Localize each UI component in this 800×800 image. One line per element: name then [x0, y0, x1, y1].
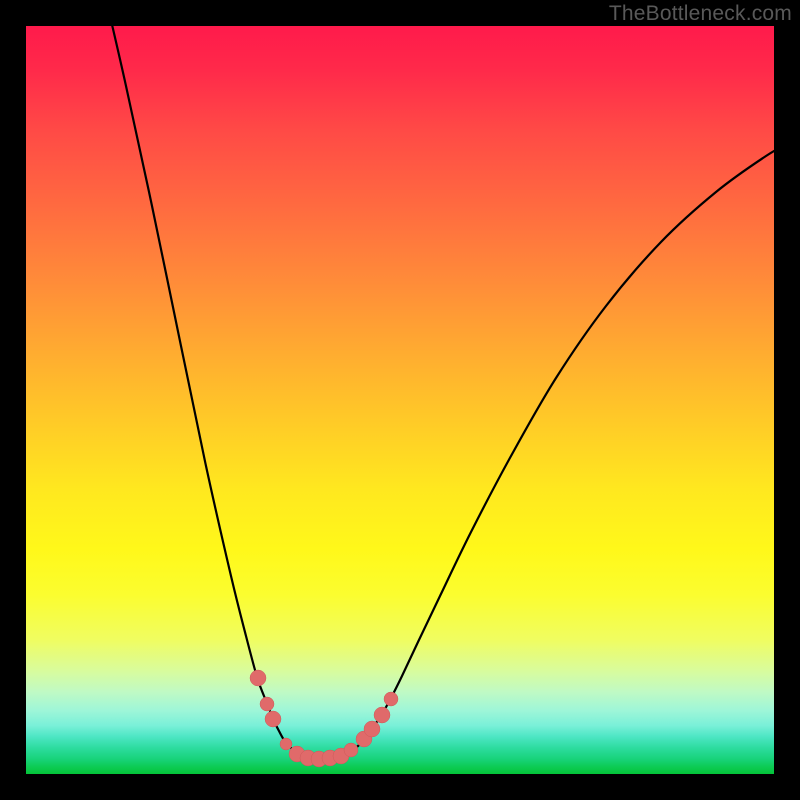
watermark-text: TheBottleneck.com: [609, 2, 792, 26]
data-markers: [250, 670, 398, 767]
marker-point: [280, 738, 292, 750]
curve-left: [110, 26, 312, 759]
bottleneck-curves: [110, 26, 774, 759]
marker-point: [250, 670, 266, 686]
marker-point: [265, 711, 281, 727]
marker-point: [384, 692, 398, 706]
marker-point: [364, 721, 380, 737]
marker-point: [344, 743, 358, 757]
chart-svg: [26, 26, 774, 774]
marker-point: [374, 707, 390, 723]
curve-right: [312, 139, 774, 759]
chart-frame: TheBottleneck.com: [0, 0, 800, 800]
marker-point: [260, 697, 274, 711]
plot-area: [26, 26, 774, 774]
